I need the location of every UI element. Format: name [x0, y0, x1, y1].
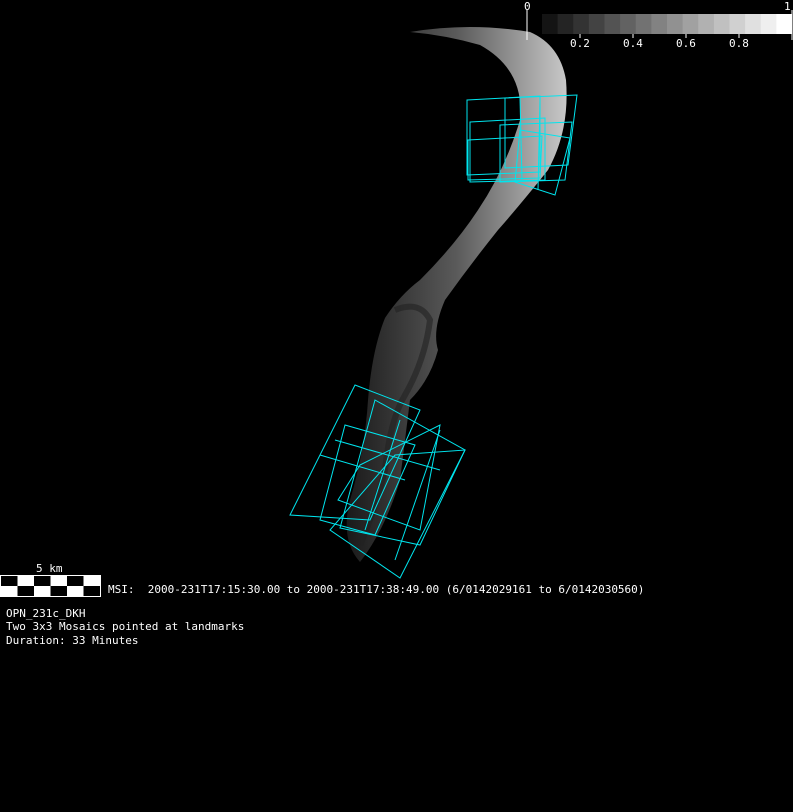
scale-bar-check	[1, 576, 18, 586]
scale-bar-check	[34, 576, 51, 586]
colorbar-tick-label: 0.6	[676, 37, 696, 50]
asteroid-view	[0, 10, 793, 597]
instrument-time-range: MSI: 2000-231T17:15:30.00 to 2000-231T17…	[108, 583, 645, 596]
sequence-duration: Duration: 33 Minutes	[6, 634, 139, 647]
scale-bar-check	[50, 586, 67, 596]
colorbar-step	[588, 14, 605, 34]
colorbar-step	[604, 14, 621, 34]
colorbar-step	[542, 14, 559, 34]
colorbar	[542, 14, 793, 34]
colorbar-step	[698, 14, 715, 34]
colorbar-step	[620, 14, 637, 34]
colorbar-step	[713, 14, 730, 34]
scale-bar-check	[83, 586, 100, 596]
scale-bar	[0, 575, 101, 597]
colorbar-tick-label: 0.8	[729, 37, 749, 50]
colorbar-step	[682, 14, 699, 34]
colorbar-max-label: 1	[784, 0, 791, 13]
colorbar-step	[667, 14, 684, 34]
sequence-name: OPN_231c_DKH	[6, 607, 86, 620]
colorbar-step	[776, 14, 793, 34]
colorbar-step	[729, 14, 746, 34]
sequence-description: Two 3x3 Mosaics pointed at landmarks	[6, 620, 245, 633]
scale-bar-check	[67, 576, 84, 586]
colorbar-step	[573, 14, 590, 34]
scale-bar-check	[17, 586, 34, 596]
colorbar-step	[635, 14, 652, 34]
colorbar-step	[651, 14, 668, 34]
colorbar-step	[760, 14, 777, 34]
colorbar-min-label: 0	[524, 0, 531, 13]
colorbar-tick-label: 0.2	[570, 37, 590, 50]
colorbar-step	[745, 14, 762, 34]
asteroid-shape	[346, 27, 567, 562]
colorbar-step	[557, 14, 574, 34]
scale-bar-label: 5 km	[36, 562, 63, 575]
colorbar-tick-label: 0.4	[623, 37, 643, 50]
